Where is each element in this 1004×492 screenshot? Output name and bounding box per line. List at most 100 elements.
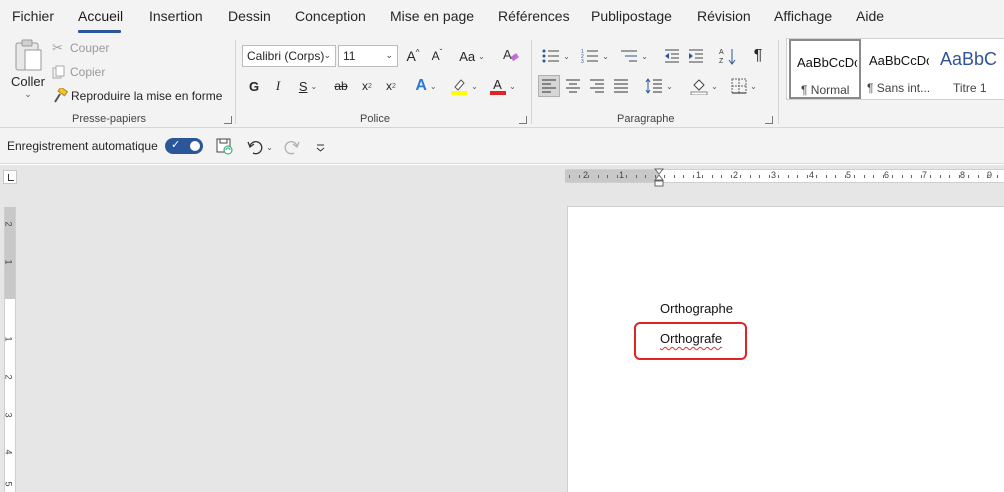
decrease-indent-button[interactable] bbox=[662, 46, 682, 66]
redo-button[interactable] bbox=[283, 137, 301, 157]
document-text-line[interactable]: Orthographe bbox=[660, 301, 733, 316]
quick-access-toolbar: Enregistrement automatique ✓ ⌄ bbox=[0, 128, 1004, 164]
ruler-number: 7 bbox=[922, 170, 928, 180]
paragraph-launcher-icon[interactable] bbox=[765, 116, 773, 124]
ruler-tick bbox=[597, 175, 599, 178]
save-button[interactable] bbox=[215, 137, 233, 155]
grow-font-button[interactable]: A ^ bbox=[404, 46, 422, 66]
sort-button[interactable]: AZ bbox=[717, 46, 739, 66]
align-left-button[interactable] bbox=[538, 75, 560, 97]
tab-references[interactable]: Références bbox=[498, 8, 570, 24]
caret-up-icon: ^ bbox=[415, 47, 420, 57]
bold-button[interactable]: G bbox=[246, 76, 262, 96]
style-normal[interactable]: AaBbCcDc ¶ Normal bbox=[789, 39, 861, 99]
bullets-button[interactable]: ⌄ bbox=[539, 46, 573, 66]
ruler-tick bbox=[977, 175, 979, 178]
tab-insertion[interactable]: Insertion bbox=[149, 8, 203, 24]
numbering-button[interactable]: 1 2 3 ⌄ bbox=[578, 46, 612, 66]
ruler-tick bbox=[645, 175, 646, 178]
format-painter-button[interactable]: Reproduire la mise en forme bbox=[52, 87, 222, 105]
style-sample: AaBbCcDc bbox=[797, 55, 857, 70]
borders-icon bbox=[731, 78, 747, 94]
align-center-button[interactable] bbox=[563, 76, 583, 96]
font-color-button[interactable]: A ⌄ bbox=[487, 76, 519, 96]
ruler-tick bbox=[569, 175, 570, 178]
vertical-ruler[interactable]: 2 1 1 2 3 4 5 bbox=[4, 207, 16, 492]
line-spacing-button[interactable]: ⌄ bbox=[643, 76, 675, 96]
style-name: ¶ Sans int... bbox=[867, 81, 931, 95]
font-launcher-icon[interactable] bbox=[519, 116, 527, 124]
undo-icon bbox=[247, 139, 263, 155]
clipboard-launcher-icon[interactable] bbox=[224, 116, 232, 124]
ruler-tick bbox=[825, 175, 827, 178]
paste-button[interactable]: Coller ⌄ bbox=[8, 38, 48, 108]
indent-marker-icon[interactable] bbox=[654, 168, 664, 188]
highlight-button[interactable]: ⌄ bbox=[448, 76, 480, 96]
autosave-toggle[interactable]: ✓ bbox=[165, 138, 203, 154]
shading-button[interactable]: ⌄ bbox=[688, 76, 720, 96]
ruler-tick bbox=[664, 175, 665, 178]
ruler-tick bbox=[987, 175, 988, 178]
strikethrough-button[interactable]: ab bbox=[331, 76, 351, 96]
tab-selector-icon[interactable] bbox=[3, 170, 17, 184]
cut-label: Couper bbox=[70, 41, 110, 55]
group-separator bbox=[778, 40, 779, 124]
group-separator bbox=[235, 40, 236, 124]
ruler-tick bbox=[635, 175, 637, 178]
tab-mise-en-page[interactable]: Mise en page bbox=[390, 8, 474, 24]
bold-icon: G bbox=[248, 78, 260, 94]
italic-icon: I bbox=[275, 78, 281, 93]
shrink-font-button[interactable]: Aˇ bbox=[428, 46, 446, 66]
paintbrush-icon bbox=[52, 88, 68, 104]
ruler-number: 6 bbox=[884, 170, 890, 180]
ruler-tick bbox=[654, 175, 656, 178]
undo-button[interactable]: ⌄ bbox=[244, 137, 276, 157]
document-page[interactable] bbox=[567, 206, 1004, 492]
tab-fichier[interactable]: Fichier bbox=[12, 8, 54, 24]
justify-button[interactable] bbox=[611, 76, 631, 96]
style-heading-1[interactable]: AaBbC Titre 1 bbox=[937, 39, 1004, 99]
clear-format-button[interactable]: A bbox=[501, 44, 521, 66]
clipboard-group-label: Presse-papiers bbox=[72, 113, 146, 125]
font-color-letter: A bbox=[493, 77, 502, 92]
ruler-tick bbox=[578, 175, 580, 178]
align-right-button[interactable] bbox=[587, 76, 607, 96]
style-no-spacing[interactable]: AaBbCcDc ¶ Sans int... bbox=[865, 39, 935, 99]
superscript-button[interactable]: x2 bbox=[383, 76, 399, 96]
font-name-combo[interactable]: Calibri (Corps) ⌄ bbox=[242, 45, 336, 67]
underline-icon: S bbox=[298, 78, 308, 94]
subscript-button[interactable]: x2 bbox=[359, 76, 375, 96]
tab-dessin[interactable]: Dessin bbox=[228, 8, 271, 24]
copy-button[interactable]: Copier bbox=[52, 63, 105, 81]
underline-button[interactable]: S ⌄ bbox=[294, 76, 322, 96]
ruler-tick bbox=[616, 175, 618, 178]
tab-revision[interactable]: Révision bbox=[697, 8, 751, 24]
show-marks-button[interactable]: ¶ bbox=[749, 46, 767, 66]
italic-button[interactable]: I bbox=[270, 76, 286, 96]
ruler-tick bbox=[996, 175, 998, 178]
paste-dropdown-icon[interactable]: ⌄ bbox=[24, 89, 32, 100]
borders-button[interactable]: ⌄ bbox=[727, 76, 761, 96]
ruler-tick bbox=[702, 175, 703, 178]
decrease-indent-icon bbox=[664, 49, 680, 63]
cut-button[interactable]: ✂ Couper bbox=[52, 39, 109, 57]
sort-icon: AZ bbox=[719, 47, 737, 65]
text-effects-button[interactable]: A ⌄ bbox=[411, 76, 441, 96]
multilevel-list-button[interactable]: ⌄ bbox=[617, 46, 651, 66]
horizontal-ruler[interactable]: 2 1 1 2 3 4 5 6 7 8 9 bbox=[565, 168, 1004, 187]
paste-label: Coller bbox=[11, 74, 45, 89]
customize-qat-button[interactable] bbox=[313, 138, 327, 156]
tab-accueil[interactable]: Accueil bbox=[78, 8, 123, 24]
tab-conception[interactable]: Conception bbox=[295, 8, 366, 24]
tab-aide[interactable]: Aide bbox=[856, 8, 884, 24]
tab-publipostage[interactable]: Publipostage bbox=[591, 8, 672, 24]
chevron-down-icon: ⌄ bbox=[666, 81, 673, 91]
caret-down-icon: ˇ bbox=[439, 47, 443, 57]
font-size-combo[interactable]: 11 ⌄ bbox=[338, 45, 398, 67]
change-case-button[interactable]: Aa ⌄ bbox=[457, 46, 487, 66]
ruler-tick bbox=[721, 175, 722, 178]
ruler-number: 1 bbox=[3, 259, 14, 265]
justify-icon bbox=[613, 79, 629, 93]
tab-affichage[interactable]: Affichage bbox=[774, 8, 832, 24]
increase-indent-button[interactable] bbox=[686, 46, 706, 66]
